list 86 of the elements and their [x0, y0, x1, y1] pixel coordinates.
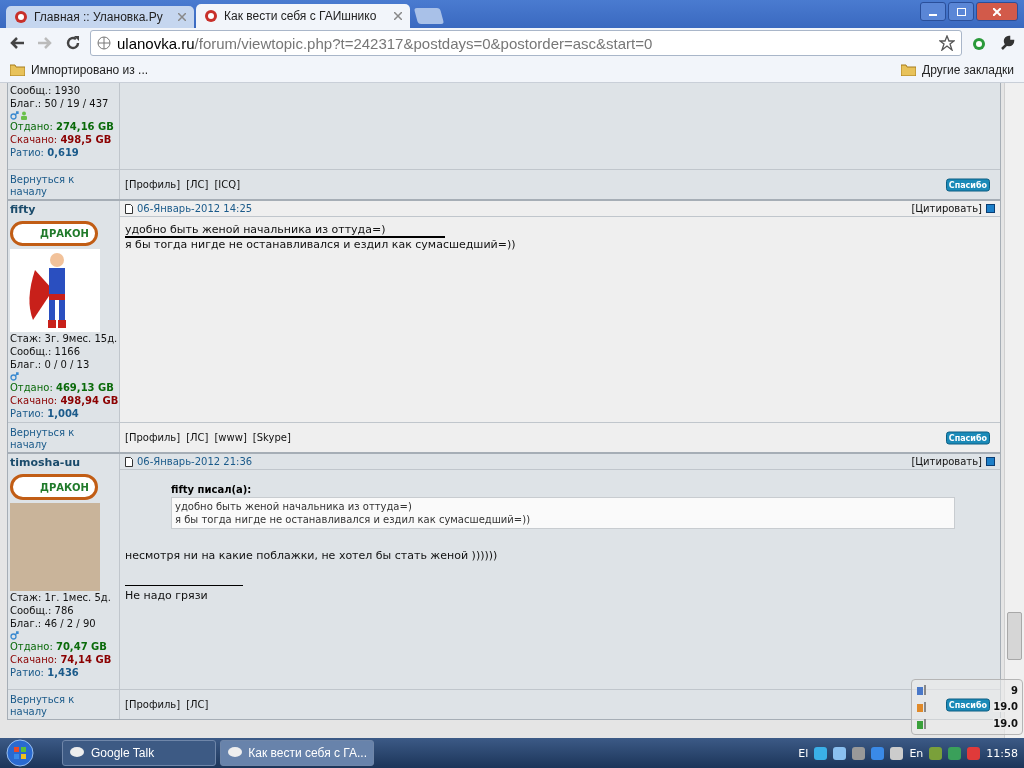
user-stat: Ратио: 0,619: [10, 147, 80, 159]
post-text: удобно быть женой начальника из оттуда=): [125, 223, 386, 237]
thanks-button[interactable]: Спасибо: [945, 178, 990, 191]
quote-text: я бы тогда нигде не останавливался и ездил как сумасшедший=)): [175, 513, 532, 526]
minimize-button[interactable]: [920, 2, 946, 21]
post-text: я бы тогда нигде не останавливался и ездил как сумасшедший=)): [125, 238, 516, 252]
tray-icon[interactable]: [929, 746, 943, 760]
gadget-value: 19.0: [993, 701, 1018, 713]
post-date: 06-Январь-2012 21:36: [137, 456, 253, 467]
user-stat: Стаж: 1г. 1мес. 5д.: [10, 592, 112, 604]
user-stat: Скачано: 498,94 GB: [10, 395, 117, 407]
profile-link[interactable]: [www]: [214, 432, 247, 443]
post-icon: [125, 203, 133, 214]
app-icon: [227, 746, 243, 760]
signature-text: Не надо грязи: [125, 589, 208, 603]
quote-link[interactable]: [Цитировать]: [911, 456, 982, 467]
taskbar-button[interactable]: Как вести себя с ГА...: [220, 740, 374, 766]
user-stat: Благ.: 50 / 19 / 437: [10, 98, 110, 110]
tray-icon[interactable]: [814, 746, 828, 760]
user-stat: Ратио: 1,004: [10, 408, 80, 420]
language-indicator[interactable]: En: [909, 746, 924, 760]
app-icon: [69, 746, 85, 760]
tray-icon[interactable]: [852, 746, 866, 760]
site-icon: [204, 9, 218, 23]
profile-link[interactable]: [ЛС]: [186, 179, 209, 190]
gadget-value: 9: [1011, 684, 1018, 696]
square-icon: [986, 204, 995, 213]
browser-tab[interactable]: Как вести себя с ГАИшнико: [196, 4, 410, 28]
bookmark-item[interactable]: Другие закладки: [897, 61, 1018, 79]
meter-icon: [916, 684, 928, 697]
profile-link[interactable]: [Skype]: [252, 432, 291, 443]
user-stat: Благ.: 0 / 0 / 13: [10, 359, 91, 371]
clock: 11:58: [986, 746, 1018, 760]
tray-icon[interactable]: [871, 746, 885, 760]
profile-link[interactable]: [ЛС]: [186, 699, 209, 710]
maximize-button[interactable]: [948, 2, 974, 21]
square-icon: [986, 457, 995, 466]
bookmark-item[interactable]: Импортировано из ...: [6, 61, 153, 79]
thanks-button[interactable]: Спасибо: [945, 431, 990, 444]
gadget-value: 19.0: [993, 718, 1018, 730]
site-icon: [14, 10, 28, 24]
taskbar-button[interactable]: Google Talk: [62, 740, 216, 766]
post-text: несмотря ни на какие поблажки, не хотел бы стать женой )))))): [125, 549, 498, 563]
user-stat: Скачано: 498,5 GB: [10, 134, 113, 146]
user-stat: Сообщ.: 1930: [10, 85, 81, 97]
meter-icon: [916, 717, 928, 730]
close-icon: [993, 7, 1001, 16]
user-stat: Скачано: 74,14 GB: [10, 654, 113, 666]
profile-link[interactable]: [Профиль]: [125, 699, 181, 710]
user-stat: Ратио: 1,436: [10, 667, 80, 679]
user-stat: Благ.: 46 / 2 / 90: [10, 618, 97, 630]
star-icon[interactable]: [939, 35, 955, 51]
close-icon[interactable]: [394, 12, 402, 20]
profile-link[interactable]: [ЛС]: [186, 432, 209, 443]
user-stat: Сообщ.: 786: [10, 605, 75, 617]
quote-author: fifty писал(а):: [171, 484, 253, 495]
browser-tab[interactable]: Главная :: Улановка.Ру: [6, 6, 194, 28]
user-stat: Стаж: 3г. 9мес. 15д.: [10, 333, 117, 345]
globe-icon: [97, 36, 111, 50]
thanks-button[interactable]: Спасибо: [945, 698, 990, 711]
tray-icon[interactable]: [890, 746, 904, 760]
post-icon: [125, 456, 133, 467]
rank-badge: ДРАКОН: [10, 221, 98, 246]
user-stat: Отдано: 274,16 GB: [10, 121, 115, 133]
post-date: 06-Январь-2012 14:25: [137, 203, 253, 214]
new-tab-button[interactable]: [413, 8, 445, 24]
profile-link[interactable]: [ICQ]: [214, 179, 241, 190]
close-button[interactable]: [976, 2, 1018, 21]
profile-link[interactable]: [Профиль]: [125, 432, 181, 443]
quote-link[interactable]: [Цитировать]: [911, 203, 982, 214]
minimize-icon: [929, 13, 937, 16]
folder-icon: [10, 64, 25, 76]
rank-badge: ДРАКОН: [10, 474, 98, 500]
restore-icon: [956, 7, 966, 16]
language-indicator[interactable]: El: [798, 746, 809, 760]
address-bar[interactable]: ulanovka.ru/forum/viewtopic.php?t=242317&postdays=0&postorder=asc&start=0: [90, 30, 962, 56]
tray-icon[interactable]: [833, 746, 847, 760]
folder-icon: [901, 64, 917, 76]
quote-text: удобно быть женой начальника из оттуда=): [175, 500, 413, 513]
profile-link[interactable]: [Профиль]: [125, 179, 181, 190]
tray-icon[interactable]: [948, 746, 962, 760]
user-stat: Отдано: 469,13 GB: [10, 382, 115, 394]
user-stat: Отдано: 70,47 GB: [10, 641, 108, 653]
user-stat: Сообщ.: 1166: [10, 346, 81, 358]
close-icon[interactable]: [178, 13, 186, 21]
meter-icon: [916, 701, 928, 713]
